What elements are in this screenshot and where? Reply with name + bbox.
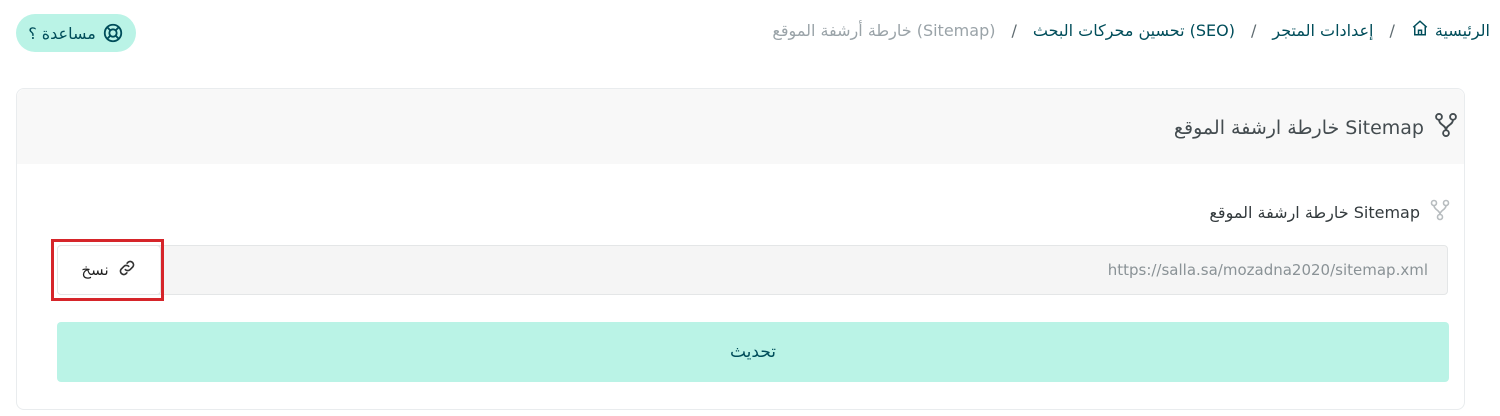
sitemap-icon [1432, 111, 1460, 144]
home-icon [1411, 19, 1429, 41]
section-label-text: خارطة ارشفة الموقع Sitemap [1209, 202, 1420, 222]
breadcrumb-separator: / [1389, 20, 1395, 40]
update-button[interactable]: تحديث [57, 322, 1449, 382]
help-button[interactable]: مساعدة ؟ [16, 14, 136, 52]
card-title: خارطة ارشفة الموقع Sitemap [1174, 111, 1460, 144]
sitemap-card: خارطة ارشفة الموقع Sitemap خارطة ارشفة ا… [16, 88, 1465, 410]
page: مساعدة ؟ الرئيسية / إعدادات المتجر / تحس… [0, 0, 1500, 416]
copy-label: نسخ [81, 261, 109, 279]
breadcrumb-home-label: الرئيسية [1434, 20, 1490, 40]
breadcrumb-separator: / [1011, 20, 1017, 40]
sitemap-url-field [57, 245, 1448, 295]
breadcrumb-home[interactable]: الرئيسية [1411, 19, 1490, 41]
lifebuoy-icon [102, 22, 124, 44]
help-label: مساعدة ؟ [28, 23, 96, 43]
breadcrumb-store-settings[interactable]: إعدادات المتجر [1272, 21, 1373, 40]
sitemap-url-input[interactable] [166, 246, 1428, 294]
card-title-text: خارطة ارشفة الموقع Sitemap [1173, 116, 1424, 139]
section-label: خارطة ارشفة الموقع Sitemap [1209, 198, 1452, 226]
breadcrumb-separator: / [1251, 20, 1257, 40]
copy-button[interactable]: نسخ [57, 245, 161, 295]
card-header: خارطة ارشفة الموقع Sitemap [17, 89, 1464, 164]
breadcrumb: الرئيسية / إعدادات المتجر / تحسين محركات… [772, 16, 1490, 44]
link-icon [117, 258, 137, 282]
breadcrumb-sitemap: خارطة أرشفة الموقع (Sitemap) [772, 20, 996, 40]
sitemap-icon [1428, 198, 1452, 226]
breadcrumb-seo[interactable]: تحسين محركات البحث (SEO) [1033, 21, 1235, 40]
